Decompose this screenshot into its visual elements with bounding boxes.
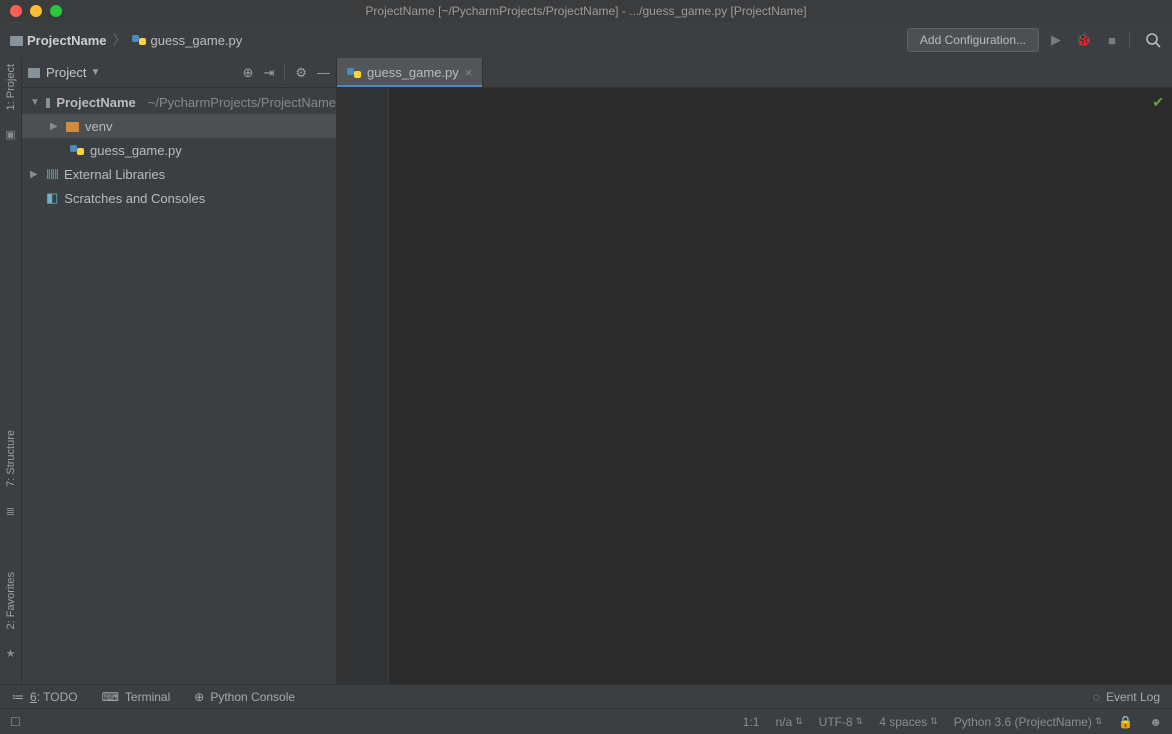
- window-minimize-icon[interactable]: [30, 5, 42, 17]
- status-interpreter[interactable]: Python 3.6 (ProjectName)⇅: [954, 715, 1103, 729]
- tool-event-log[interactable]: ◌ Event Log: [1093, 690, 1160, 704]
- chevron-right-icon: 〉: [112, 30, 126, 50]
- breadcrumb-file[interactable]: guess_game.py: [132, 33, 242, 48]
- star-icon: ★: [6, 647, 16, 660]
- tab-label: guess_game.py: [367, 65, 459, 80]
- tree-root-label: ProjectName: [56, 95, 135, 110]
- chevron-down-icon[interactable]: ▼: [30, 97, 40, 108]
- chevron-right-icon[interactable]: ▶: [30, 169, 40, 180]
- folder-icon: [46, 98, 50, 108]
- project-sidebar: Project ▼ ⊕ ⇥ ⚙ — ▼ ProjectName ~/Pychar…: [22, 58, 337, 684]
- code-editor[interactable]: ✔: [389, 88, 1172, 684]
- editor-area: guess_game.py × ✔: [337, 58, 1172, 684]
- navigation-bar: ProjectName 〉 guess_game.py Add Configur…: [0, 22, 1172, 58]
- titlebar: ProjectName [~/PycharmProjects/ProjectNa…: [0, 0, 1172, 22]
- tab-guess-game[interactable]: guess_game.py ×: [337, 58, 483, 87]
- tool-favorites[interactable]: 2: Favorites: [5, 572, 17, 629]
- add-configuration-button[interactable]: Add Configuration...: [907, 28, 1039, 52]
- project-tree[interactable]: ▼ ProjectName ~/PycharmProjects/ProjectN…: [22, 88, 336, 684]
- left-tool-gutter: 1: Project ▣ 7: Structure ≣ 2: Favorites…: [0, 58, 22, 684]
- status-bar: ☐ 1:1 n/a⇅ UTF-8⇅ 4 spaces⇅ Python 3.6 (…: [0, 708, 1172, 734]
- tool-python-console[interactable]: ⊕ Python Console: [194, 690, 295, 704]
- chevron-right-icon[interactable]: ▶: [50, 121, 60, 132]
- sidebar-title-dropdown[interactable]: Project ▼: [46, 65, 237, 80]
- search-icon[interactable]: [1142, 32, 1164, 48]
- minimize-icon[interactable]: —: [317, 65, 330, 81]
- debug-icon[interactable]: 🐞: [1073, 32, 1095, 48]
- tool-structure[interactable]: 7: Structure: [5, 430, 17, 487]
- tree-file[interactable]: guess_game.py: [22, 138, 336, 162]
- window-close-icon[interactable]: [10, 5, 22, 17]
- terminal-icon: ⌨: [102, 690, 119, 704]
- tree-venv[interactable]: ▶ venv: [22, 114, 336, 138]
- folder-icon: [10, 36, 23, 46]
- list-icon: ≔: [12, 690, 24, 704]
- sidebar-header: Project ▼ ⊕ ⇥ ⚙ —: [22, 58, 336, 88]
- tree-scratch-label: Scratches and Consoles: [64, 191, 205, 206]
- chevron-down-icon: ▼: [90, 67, 100, 78]
- divider: [1129, 31, 1130, 49]
- folder-icon: [66, 122, 79, 132]
- window-title: ProjectName [~/PycharmProjects/ProjectNa…: [365, 4, 806, 18]
- lock-icon[interactable]: 🔒: [1118, 715, 1133, 729]
- folder-icon: ▣: [5, 128, 15, 141]
- python-file-icon: [347, 66, 361, 80]
- scratch-icon: ◧: [46, 190, 58, 206]
- ide-status-icon[interactable]: ☻: [1149, 715, 1162, 729]
- locate-icon[interactable]: ⊕: [243, 65, 254, 81]
- editor-gutter: [337, 88, 389, 684]
- tool-terminal[interactable]: ⌨ Terminal: [102, 690, 171, 704]
- project-icon: [28, 68, 40, 78]
- python-file-icon: [70, 143, 84, 157]
- tool-project[interactable]: 1: Project: [5, 64, 17, 110]
- tree-extlib-label: External Libraries: [64, 167, 165, 182]
- event-log-icon: ◌: [1093, 690, 1100, 704]
- structure-icon: ≣: [6, 505, 15, 518]
- collapse-icon[interactable]: ⇥: [263, 65, 274, 81]
- status-panel-icon[interactable]: ☐: [10, 715, 21, 729]
- python-file-icon: [132, 33, 146, 47]
- run-icon[interactable]: ▶: [1045, 32, 1067, 48]
- breadcrumb-project[interactable]: ProjectName: [10, 33, 106, 48]
- libraries-icon: ∥∥∥: [46, 169, 58, 180]
- gear-icon[interactable]: ⚙: [295, 65, 307, 81]
- inspection-ok-icon[interactable]: ✔: [1152, 94, 1164, 111]
- breadcrumb: ProjectName 〉 guess_game.py: [10, 30, 907, 50]
- breadcrumb-file-label: guess_game.py: [150, 33, 242, 48]
- window-zoom-icon[interactable]: [50, 5, 62, 17]
- status-encoding[interactable]: UTF-8⇅: [819, 715, 864, 729]
- breadcrumb-project-label: ProjectName: [27, 33, 106, 48]
- stop-icon[interactable]: ■: [1101, 33, 1123, 48]
- close-icon[interactable]: ×: [465, 65, 473, 80]
- status-line-col[interactable]: 1:1: [743, 715, 760, 729]
- bottom-tools: ≔ 6: TODO ⌨ Terminal ⊕ Python Console ◌ …: [0, 684, 1172, 708]
- tree-root[interactable]: ▼ ProjectName ~/PycharmProjects/ProjectN…: [22, 90, 336, 114]
- status-indent[interactable]: 4 spaces⇅: [879, 715, 938, 729]
- tree-external-libraries[interactable]: ▶ ∥∥∥ External Libraries: [22, 162, 336, 186]
- tree-venv-label: venv: [85, 119, 112, 134]
- python-icon: ⊕: [194, 690, 204, 704]
- tool-todo[interactable]: ≔ 6: TODO: [12, 690, 78, 704]
- editor-tabs: guess_game.py ×: [337, 58, 1172, 88]
- tree-root-path: ~/PycharmProjects/ProjectName: [148, 95, 336, 110]
- tree-scratches[interactable]: ◧ Scratches and Consoles: [22, 186, 336, 210]
- tree-file-label: guess_game.py: [90, 143, 182, 158]
- status-lineending[interactable]: n/a⇅: [775, 715, 802, 729]
